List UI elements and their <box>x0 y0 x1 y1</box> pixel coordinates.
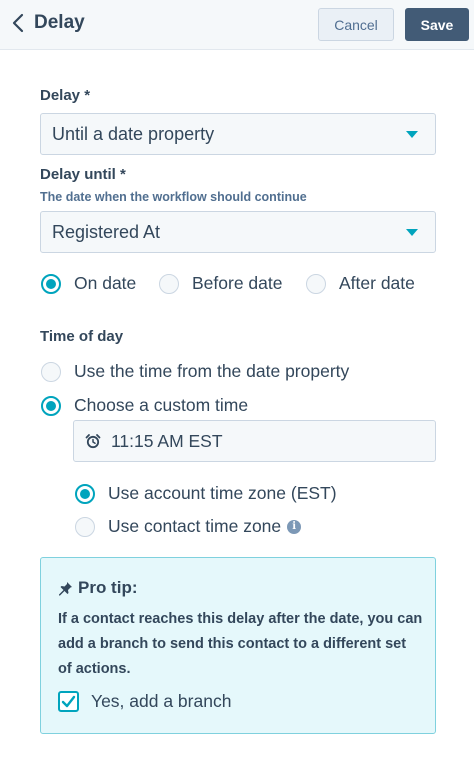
caret-down-icon <box>406 131 418 138</box>
radio-custom-time[interactable]: Choose a custom time <box>41 395 248 416</box>
radio-circle <box>41 395 61 416</box>
alarm-clock-icon <box>85 434 101 449</box>
radio-circle <box>75 483 95 504</box>
radio-on-date[interactable]: On date <box>41 273 136 294</box>
checkmark-icon <box>61 695 76 708</box>
radio-circle <box>159 273 179 294</box>
delay-until-help: The date when the workflow should contin… <box>40 190 307 204</box>
radio-before-date[interactable]: Before date <box>159 273 282 294</box>
chevron-left-icon <box>12 13 24 33</box>
radio-circle <box>41 361 61 382</box>
add-branch-checkbox[interactable]: Yes, add a branch <box>58 691 231 712</box>
radio-label: Use account time zone (EST) <box>108 483 337 503</box>
date-property-value: Registered At <box>52 221 161 242</box>
radio-after-date[interactable]: After date <box>306 273 415 294</box>
radio-label: Use contact time zone <box>108 516 282 536</box>
delay-label: Delay * <box>40 87 91 104</box>
radio-use-date-property-time[interactable]: Use the time from the date property <box>41 361 349 382</box>
custom-time-input[interactable]: 11:15 AM EST <box>73 420 436 462</box>
info-icon[interactable]: i <box>287 519 302 534</box>
add-branch-label: Yes, add a branch <box>91 691 232 711</box>
pro-tip-header: Pro tip: <box>58 578 138 598</box>
radio-circle <box>41 273 61 294</box>
radio-label: Use the time from the date property <box>74 361 350 381</box>
panel-title: Delay <box>34 12 85 33</box>
back-button[interactable]: Delay <box>10 12 85 34</box>
time-of-day-label: Time of day <box>40 328 124 345</box>
save-button[interactable]: Save <box>405 8 469 41</box>
radio-label: Choose a custom time <box>74 395 249 415</box>
delay-type-select[interactable]: Until a date property <box>40 113 436 155</box>
radio-label: After date <box>339 273 415 293</box>
date-property-select[interactable]: Registered At <box>40 211 436 253</box>
radio-label: Before date <box>192 273 283 293</box>
pro-tip-title: Pro tip: <box>78 578 138 597</box>
pro-tip-box: Pro tip: If a contact reaches this delay… <box>40 557 436 734</box>
radio-circle <box>75 516 95 537</box>
cancel-button[interactable]: Cancel <box>318 8 394 41</box>
pushpin-icon <box>59 581 72 595</box>
radio-account-time-zone[interactable]: Use account time zone (EST) <box>75 483 337 504</box>
radio-label: On date <box>74 273 137 293</box>
caret-down-icon <box>406 229 418 236</box>
panel-header: Delay Cancel Save <box>0 0 474 50</box>
radio-contact-time-zone[interactable]: Use contact time zone i <box>75 516 302 537</box>
custom-time-value: 11:15 AM EST <box>111 430 223 451</box>
pro-tip-body: If a contact reaches this delay after th… <box>58 611 423 677</box>
delay-until-label: Delay until * <box>40 166 126 183</box>
checkbox-box <box>58 691 79 712</box>
delay-type-value: Until a date property <box>52 123 215 144</box>
radio-circle <box>306 273 326 294</box>
